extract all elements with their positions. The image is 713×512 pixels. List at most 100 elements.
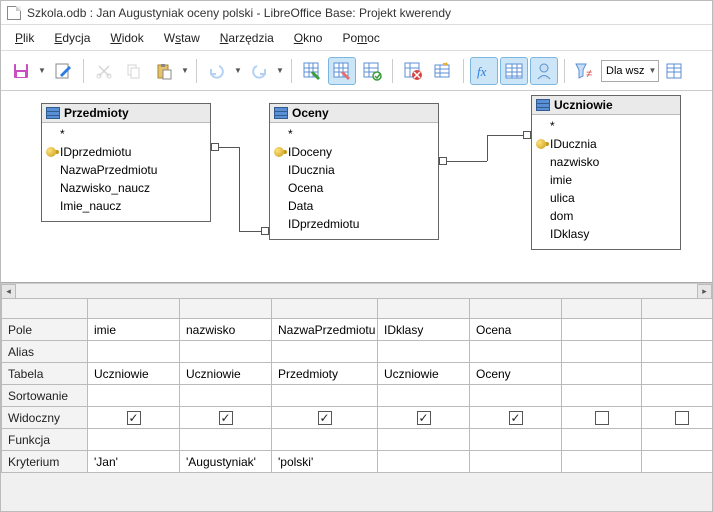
relation-line[interactable] [487, 135, 523, 136]
grid-cell[interactable]: IDklasy [378, 319, 470, 341]
column-header[interactable] [378, 299, 470, 319]
table-header[interactable]: Uczniowie [532, 96, 680, 115]
scroll-right-button[interactable]: ▸ [697, 284, 712, 299]
grid-cell[interactable] [642, 363, 713, 385]
field-item[interactable]: imie [536, 171, 676, 189]
grid-cell[interactable] [378, 407, 470, 429]
table-uczniowie[interactable]: Uczniowie *IDucznianazwiskoimieulicadomI… [531, 95, 681, 250]
field-item[interactable]: * [536, 117, 676, 135]
paste-button[interactable] [150, 57, 178, 85]
grid-cell[interactable] [180, 341, 272, 363]
menu-narzedzia[interactable]: Narzędzia [210, 29, 284, 47]
visible-checkbox[interactable] [127, 411, 141, 425]
visible-checkbox[interactable] [219, 411, 233, 425]
field-item[interactable]: NazwaPrzedmiotu [46, 161, 206, 179]
grid-cell[interactable] [88, 429, 180, 451]
visible-checkbox[interactable] [509, 411, 523, 425]
field-item[interactable]: nazwisko [536, 153, 676, 171]
column-header[interactable] [642, 299, 713, 319]
menu-plik[interactable]: Plik [5, 29, 44, 47]
grid-cell[interactable] [272, 341, 378, 363]
menu-widok[interactable]: Widok [100, 29, 153, 47]
relation-line[interactable] [219, 147, 239, 148]
grid-cell[interactable] [378, 429, 470, 451]
edit-mode-button[interactable] [49, 57, 77, 85]
horizontal-scrollbar[interactable]: ◂ ▸ [1, 283, 712, 298]
field-item[interactable]: Data [274, 197, 434, 215]
grid-cell[interactable] [562, 341, 642, 363]
redo-dropdown[interactable]: ▼ [275, 66, 285, 75]
grid-cell[interactable] [470, 341, 562, 363]
grid-cell[interactable] [562, 363, 642, 385]
grid-cell[interactable]: Ocena [470, 319, 562, 341]
column-header[interactable] [272, 299, 378, 319]
table-name-button[interactable] [500, 57, 528, 85]
grid-cell[interactable] [180, 407, 272, 429]
field-item[interactable]: IDprzedmiotu [46, 143, 206, 161]
function-button[interactable]: fx [470, 57, 498, 85]
field-item[interactable]: dom [536, 207, 676, 225]
relation-endpoint[interactable] [439, 157, 447, 165]
field-item[interactable]: * [274, 125, 434, 143]
grid-cell[interactable] [88, 385, 180, 407]
grid-cell[interactable] [642, 429, 713, 451]
redo-button[interactable] [245, 57, 273, 85]
grid-cell[interactable] [180, 385, 272, 407]
grid-cell[interactable] [378, 385, 470, 407]
grid-cell[interactable] [88, 407, 180, 429]
grid-cell[interactable] [88, 341, 180, 363]
grid-cell[interactable] [642, 319, 713, 341]
column-header[interactable] [88, 299, 180, 319]
menu-wstaw[interactable]: Wstaw [154, 29, 210, 47]
grid-cell[interactable] [378, 341, 470, 363]
delete-table-button[interactable] [399, 57, 427, 85]
field-item[interactable]: IDucznia [536, 135, 676, 153]
grid-cell[interactable]: Uczniowie [378, 363, 470, 385]
field-item[interactable]: Imie_naucz [46, 197, 206, 215]
grid-cell[interactable] [378, 451, 470, 473]
table-header[interactable]: Przedmioty [42, 104, 210, 123]
distinct-values-button[interactable]: ≠ [571, 57, 599, 85]
grid-cell[interactable]: Uczniowie [88, 363, 180, 385]
column-header[interactable] [180, 299, 272, 319]
grid-cell[interactable] [470, 451, 562, 473]
grid-cell[interactable]: 'polski' [272, 451, 378, 473]
relation-endpoint[interactable] [211, 143, 219, 151]
grid-cell[interactable] [562, 451, 642, 473]
scroll-left-button[interactable]: ◂ [1, 284, 16, 299]
grid-cell[interactable] [562, 407, 642, 429]
grid-cell[interactable] [562, 429, 642, 451]
column-header[interactable] [470, 299, 562, 319]
alias-button[interactable] [530, 57, 558, 85]
grid-cell[interactable] [180, 429, 272, 451]
grid-cell[interactable] [272, 385, 378, 407]
menu-okno[interactable]: Okno [284, 29, 333, 47]
field-item[interactable]: IDprzedmiotu [274, 215, 434, 233]
grid-cell[interactable]: NazwaPrzedmiotu [272, 319, 378, 341]
grid-cell[interactable] [272, 429, 378, 451]
column-header[interactable] [562, 299, 642, 319]
cut-button[interactable] [90, 57, 118, 85]
grid-cell[interactable]: Przedmioty [272, 363, 378, 385]
relation-endpoint[interactable] [523, 131, 531, 139]
undo-button[interactable] [203, 57, 231, 85]
grid-cell[interactable] [470, 385, 562, 407]
grid-cell[interactable]: Uczniowie [180, 363, 272, 385]
grid-cell[interactable]: Oceny [470, 363, 562, 385]
grid-cell[interactable]: nazwisko [180, 319, 272, 341]
grid-cell[interactable]: imie [88, 319, 180, 341]
grid-cell[interactable] [642, 407, 713, 429]
save-dropdown[interactable]: ▼ [37, 66, 47, 75]
grid-cell[interactable] [470, 407, 562, 429]
clear-query-button[interactable] [328, 57, 356, 85]
field-item[interactable]: Ocena [274, 179, 434, 197]
field-item[interactable]: Nazwisko_naucz [46, 179, 206, 197]
grid-cell[interactable] [470, 429, 562, 451]
save-button[interactable] [7, 57, 35, 85]
relation-canvas[interactable]: Przedmioty *IDprzedmiotuNazwaPrzedmiotuN… [1, 91, 712, 283]
visible-checkbox[interactable] [595, 411, 609, 425]
limit-combo[interactable]: Dla wsz ▼ [601, 60, 659, 82]
relation-line[interactable] [239, 147, 240, 231]
relation-line[interactable] [447, 161, 487, 162]
grid-cell[interactable]: 'Jan' [88, 451, 180, 473]
